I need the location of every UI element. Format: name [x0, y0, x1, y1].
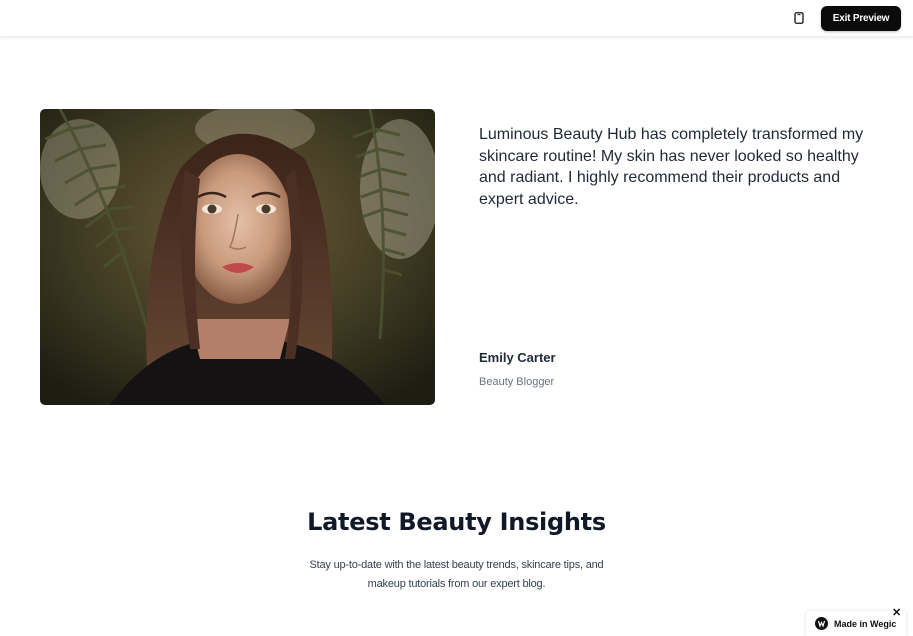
close-icon[interactable]: ✕	[892, 607, 902, 619]
preview-toolbar: Exit Preview	[0, 0, 913, 37]
section-subtitle: Stay up-to-date with the latest beauty t…	[309, 559, 604, 590]
exit-preview-button[interactable]: Exit Preview	[821, 6, 901, 31]
device-toggle-button[interactable]	[790, 9, 808, 27]
portrait-image	[40, 109, 435, 405]
author-name: Emily Carter	[479, 350, 556, 365]
section-title: Latest Beauty Insights	[307, 508, 606, 536]
made-in-wegic-badge[interactable]: Made in Wegic	[806, 611, 906, 636]
testimonial-quote: Luminous Beauty Hub has completely trans…	[479, 124, 869, 210]
badge-label: Made in Wegic	[834, 618, 897, 629]
wegic-logo-icon	[815, 617, 828, 630]
quote-text: Luminous Beauty Hub has completely trans…	[479, 126, 864, 208]
quote-fade-decoration	[579, 191, 659, 208]
mobile-device-icon	[794, 12, 804, 24]
author-role: Beauty Blogger	[479, 376, 555, 388]
testimonial-photo	[40, 109, 435, 405]
